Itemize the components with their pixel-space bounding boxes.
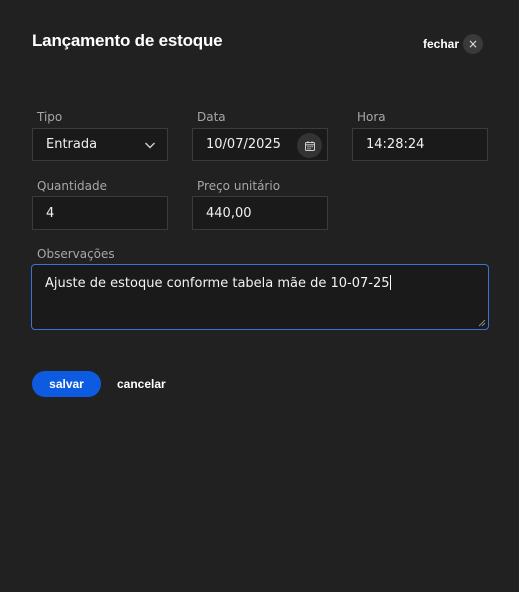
chevron-down-icon — [145, 142, 155, 149]
text-caret — [389, 275, 391, 290]
save-button[interactable]: salvar — [32, 371, 101, 397]
tipo-value: Entrada — [46, 137, 98, 152]
close-control[interactable]: fechar × — [423, 34, 483, 54]
hora-input[interactable]: 14:28:24 — [352, 128, 488, 161]
tipo-label: Tipo — [37, 110, 63, 124]
cancel-button[interactable]: cancelar — [117, 377, 166, 391]
hora-value: 14:28:24 — [366, 137, 425, 152]
observacoes-label: Observações — [37, 247, 115, 261]
resize-handle-icon[interactable] — [478, 319, 486, 327]
dialog-title: Lançamento de estoque — [32, 31, 223, 50]
close-label[interactable]: fechar — [423, 37, 459, 51]
calendar-icon[interactable] — [297, 133, 322, 158]
preco-value: 440,00 — [206, 205, 252, 221]
quantidade-input[interactable]: 4 — [32, 196, 168, 230]
hora-label: Hora — [357, 110, 386, 124]
data-label: Data — [197, 110, 226, 124]
data-input[interactable]: 10/07/2025 — [192, 128, 328, 161]
quantidade-label: Quantidade — [37, 179, 108, 193]
preco-label: Preço unitário — [197, 179, 281, 193]
observacoes-textarea[interactable]: Ajuste de estoque conforme tabela mãe de… — [31, 264, 489, 330]
data-value: 10/07/2025 — [206, 137, 281, 152]
close-icon[interactable]: × — [463, 34, 483, 54]
tipo-select[interactable]: Entrada — [32, 128, 168, 161]
observacoes-value: Ajuste de estoque conforme tabela mãe de… — [45, 276, 390, 291]
preco-input[interactable]: 440,00 — [192, 196, 328, 230]
quantidade-value: 4 — [46, 205, 55, 221]
